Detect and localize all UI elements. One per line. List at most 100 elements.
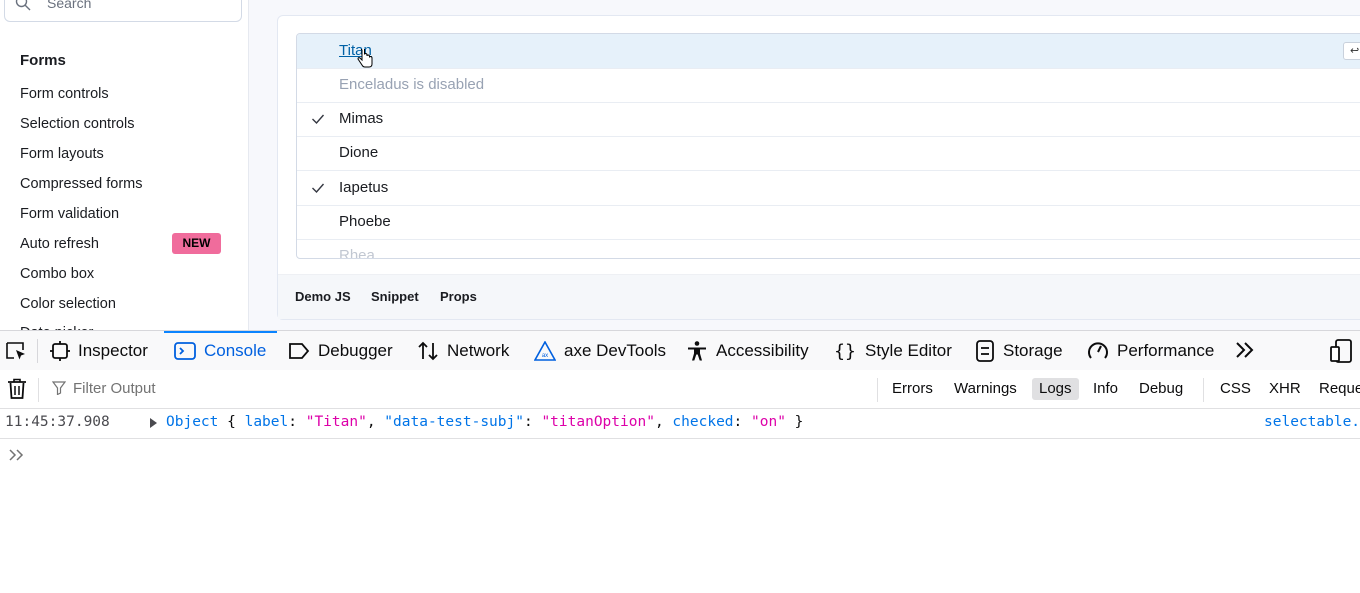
sidebar-item-form-validation[interactable]: Form validation: [20, 203, 119, 225]
option-mimas[interactable]: Mimas: [297, 102, 1360, 137]
log-timestamp: 11:45:37.908: [5, 414, 110, 430]
more-tools-chevron-icon[interactable]: [1234, 339, 1256, 361]
filter-requests[interactable]: Requests: [1312, 378, 1360, 400]
axe-icon: ax: [534, 340, 556, 361]
option-label: Rhea: [339, 247, 375, 259]
option-phoebe[interactable]: Phoebe: [297, 205, 1360, 240]
level-warnings[interactable]: Warnings: [947, 378, 1024, 400]
tab-storage[interactable]: Storage: [975, 331, 1063, 370]
tab-inspector[interactable]: Inspector: [50, 331, 148, 370]
sidebar-item-date-picker[interactable]: Date picker: [20, 322, 93, 330]
object-value: "on": [751, 414, 786, 430]
filter-separator: [1203, 378, 1204, 402]
tab-label: Inspector: [78, 340, 148, 360]
enter-key-hint: ↩: [1343, 42, 1360, 60]
object-value: "titanOption": [541, 414, 655, 430]
sidebar-item-selection-controls[interactable]: Selection controls: [20, 113, 134, 135]
option-titan[interactable]: Titan ↩: [297, 34, 1360, 69]
check-icon: [312, 183, 325, 194]
object-keyword: Object: [166, 414, 219, 430]
console-message: 11:45:37.908 Object { label: "Titan", "d…: [0, 408, 1360, 439]
level-logs[interactable]: Logs: [1032, 378, 1079, 400]
sidebar-item-form-controls[interactable]: Form controls: [20, 83, 109, 105]
docs-page: Search Forms Form controls Selection con…: [0, 0, 1360, 330]
sidebar-item-color-selection[interactable]: Color selection: [20, 293, 116, 315]
object-value: "Titan": [305, 414, 367, 430]
tab-label: Performance: [1117, 340, 1215, 360]
tab-style-editor[interactable]: {} Style Editor: [833, 331, 952, 370]
option-dione[interactable]: Dione: [297, 136, 1360, 171]
tab-label: Network: [447, 340, 510, 360]
option-rhea[interactable]: Rhea: [297, 239, 1360, 259]
filter-css[interactable]: CSS: [1213, 378, 1258, 400]
devtools-toolbar: Inspector Console Debugger Network ax ax…: [0, 331, 1360, 371]
tab-demo-js[interactable]: Demo JS: [295, 289, 351, 304]
object-key: checked: [672, 414, 734, 430]
logged-object[interactable]: Object { label: "Titan", "data-test-subj…: [166, 414, 803, 430]
console-icon: [174, 341, 196, 360]
tab-label: Style Editor: [865, 340, 952, 360]
search-icon: [15, 0, 31, 11]
source-link[interactable]: selectable.js:38: [1264, 414, 1360, 430]
level-info[interactable]: Info: [1086, 378, 1125, 400]
toolbar-separator: [37, 339, 38, 363]
filter-separator: [38, 378, 39, 402]
sidebar-item-compressed-forms[interactable]: Compressed forms: [20, 173, 142, 195]
object-key: label: [244, 414, 289, 430]
level-errors[interactable]: Errors: [885, 378, 940, 400]
tab-axe-devtools[interactable]: ax axe DevTools: [534, 331, 666, 370]
tab-performance[interactable]: Performance: [1087, 331, 1214, 370]
option-enceladus: Enceladus is disabled: [297, 68, 1360, 103]
tab-label: axe DevTools: [564, 340, 667, 360]
option-label: Mimas: [339, 110, 384, 127]
trash-icon[interactable]: [7, 378, 27, 400]
new-badge: NEW: [172, 233, 221, 254]
object-key: "data-test-subj": [384, 414, 524, 430]
option-iapetus[interactable]: Iapetus: [297, 171, 1360, 206]
tab-accessibility[interactable]: Accessibility: [686, 331, 809, 370]
option-label: Phoebe: [339, 213, 391, 230]
search-placeholder: Search: [47, 0, 92, 11]
level-debug[interactable]: Debug: [1132, 378, 1190, 400]
selectable-listbox[interactable]: Titan ↩ Enceladus is disabled Mimas Dion…: [296, 33, 1360, 259]
console-prompt-icon[interactable]: [8, 448, 26, 462]
filter-xhr[interactable]: XHR: [1262, 378, 1308, 400]
tab-label: Accessibility: [716, 340, 809, 360]
tab-debugger[interactable]: Debugger: [288, 331, 393, 370]
filter-output-input[interactable]: Filter Output: [52, 378, 852, 400]
element-picker-icon[interactable]: [4, 340, 28, 362]
braces-icon: {}: [834, 341, 856, 361]
sidebar-item-form-layouts[interactable]: Form layouts: [20, 143, 104, 165]
inspector-icon: [50, 340, 70, 361]
check-icon: [312, 114, 325, 125]
network-icon: [418, 341, 438, 360]
debugger-icon: [289, 342, 310, 359]
search-input[interactable]: Search: [4, 0, 242, 22]
expand-triangle-icon[interactable]: [150, 418, 157, 428]
sidebar-item-combo-box[interactable]: Combo box: [20, 263, 94, 285]
nav-heading-forms: Forms: [20, 52, 66, 69]
accessibility-icon: [688, 340, 706, 360]
hand-cursor-icon: [357, 49, 373, 68]
svg-text:{}: {}: [834, 341, 856, 361]
tab-console[interactable]: Console: [164, 331, 277, 370]
filter-placeholder: Filter Output: [73, 380, 156, 397]
tab-label: Storage: [1003, 340, 1063, 360]
option-label: Iapetus: [339, 179, 389, 196]
tab-label: Console: [204, 340, 267, 360]
sidebar: Search Forms Form controls Selection con…: [0, 0, 249, 330]
tab-snippet[interactable]: Snippet: [371, 289, 419, 304]
filter-icon: [52, 381, 66, 395]
performance-icon: [1088, 341, 1108, 359]
option-label: Enceladus is disabled: [339, 76, 485, 93]
responsive-mode-icon[interactable]: [1330, 339, 1352, 363]
storage-icon: [976, 339, 994, 362]
console-filter-bar: Filter Output Errors Warnings Logs Info …: [0, 370, 1360, 409]
option-label: Dione: [339, 144, 379, 161]
filter-separator: [877, 378, 878, 402]
tab-network[interactable]: Network: [417, 331, 509, 370]
sidebar-item-auto-refresh[interactable]: Auto refresh: [20, 233, 99, 255]
tab-props[interactable]: Props: [440, 289, 477, 304]
tab-label: Debugger: [318, 340, 393, 360]
demo-tabs: Demo JS Snippet Props: [278, 274, 1360, 319]
